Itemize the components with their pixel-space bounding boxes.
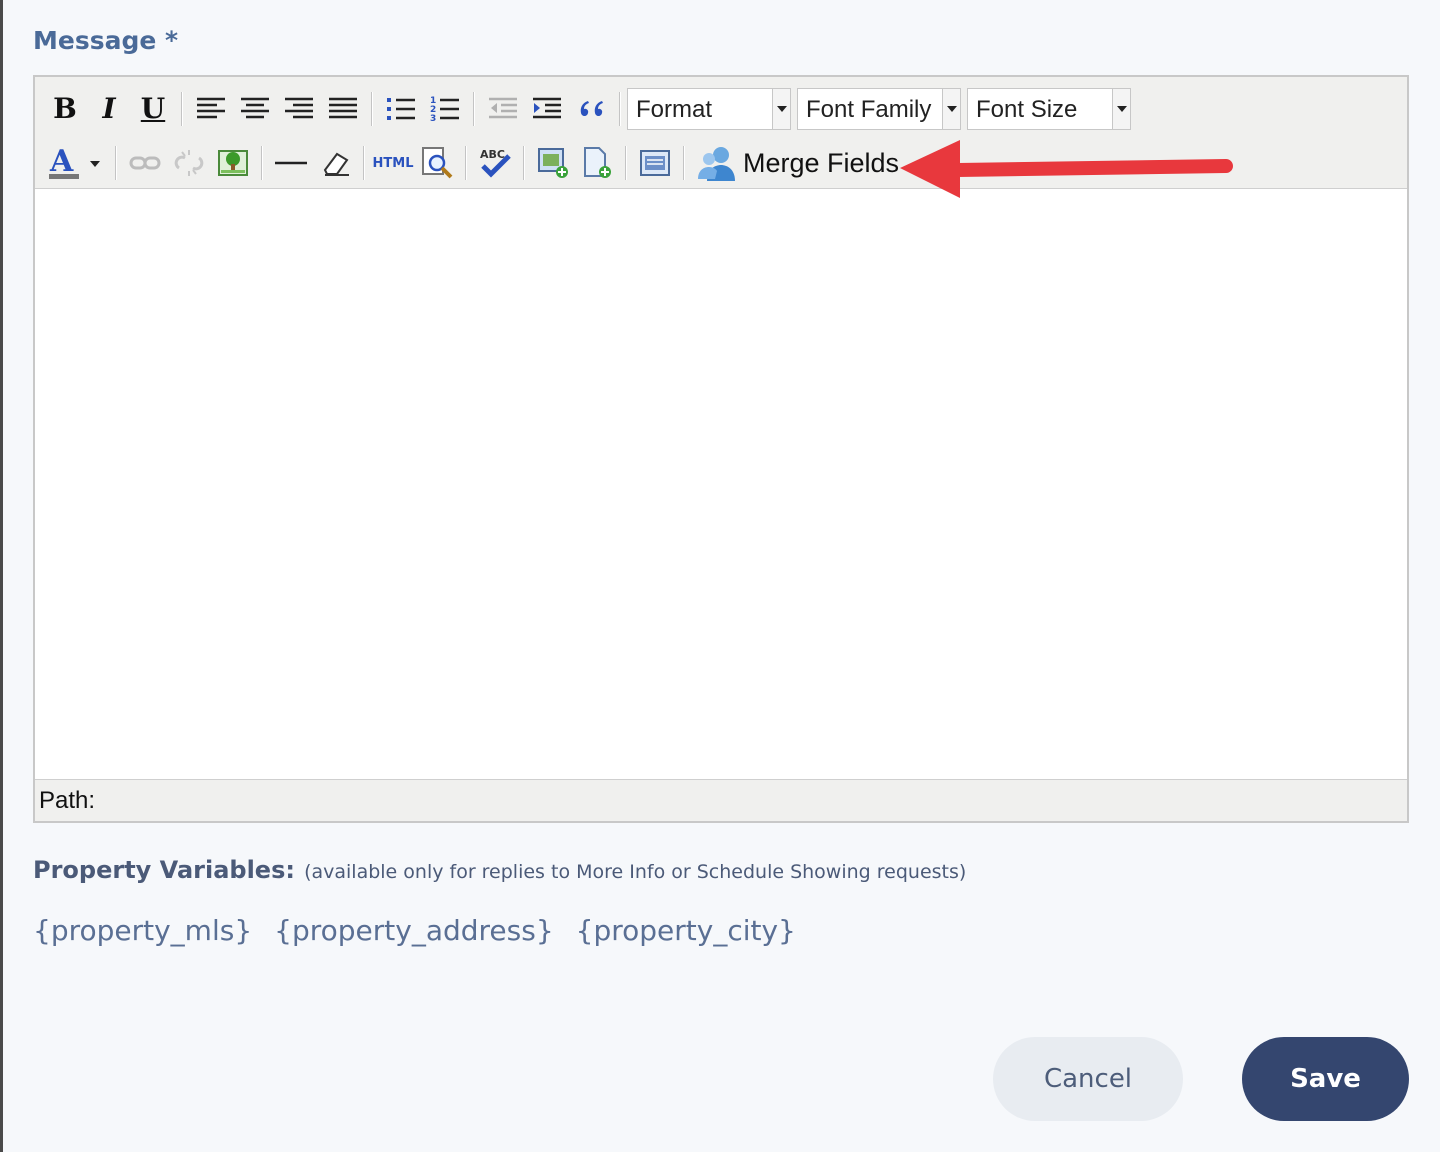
image-button[interactable] <box>211 143 255 183</box>
toolbar-separator <box>473 92 475 126</box>
toolbar-separator <box>261 146 263 180</box>
variable-token-city[interactable]: {property_city} <box>576 914 796 947</box>
editor-statusbar: Path: <box>35 779 1407 821</box>
align-justify-icon <box>329 97 357 119</box>
numbered-list-icon: 123 <box>430 96 459 124</box>
align-left-button[interactable] <box>189 89 233 129</box>
eraser-icon <box>323 152 349 176</box>
toolbar-row-1: B I U 1 2 3 Format Font Family Font Size <box>43 87 1137 131</box>
merge-fields-icon <box>698 147 735 181</box>
toolbar-separator <box>465 146 467 180</box>
html-source-icon: HTML <box>372 155 414 171</box>
font-family-select[interactable]: Font Family <box>797 88 961 130</box>
preview-button[interactable] <box>415 143 459 183</box>
underline-icon: U <box>140 92 166 125</box>
spellcheck-icon: ABC <box>480 148 511 178</box>
blockquote-icon <box>580 101 603 116</box>
link-button[interactable] <box>123 143 167 183</box>
blockquote-button[interactable] <box>569 89 613 129</box>
format-select-value: Format <box>636 96 713 123</box>
unlink-button[interactable] <box>167 143 211 183</box>
align-center-icon <box>241 97 269 119</box>
align-right-button[interactable] <box>277 89 321 129</box>
horizontal-rule-icon <box>275 161 307 165</box>
insert-image-icon <box>538 148 568 178</box>
text-color-icon: A <box>49 144 100 179</box>
property-variables-heading: Property Variables: (available only for … <box>33 856 966 884</box>
toolbar-separator <box>625 146 627 180</box>
numbered-list-button[interactable]: 123 <box>423 89 467 129</box>
link-icon <box>129 156 161 170</box>
font-family-select-value: Font Family <box>806 96 932 123</box>
property-variables-title: Property Variables: <box>33 856 295 884</box>
bold-icon: B <box>53 92 77 125</box>
underline-button[interactable]: U <box>131 89 175 129</box>
toolbar-separator <box>363 146 365 180</box>
editor-content-area[interactable] <box>35 189 1407 781</box>
template-icon <box>640 150 670 176</box>
indent-button[interactable] <box>525 89 569 129</box>
align-right-icon <box>285 97 313 119</box>
insert-file-icon <box>584 147 611 178</box>
toolbar-separator <box>683 146 685 180</box>
italic-icon: I <box>102 92 116 125</box>
toolbar-row-2: A HTML ABC Merge Fields <box>43 141 899 185</box>
merge-fields-label: Merge Fields <box>743 147 900 178</box>
message-label: Message * <box>33 26 179 55</box>
insert-file-button[interactable] <box>575 143 619 183</box>
chevron-down-icon <box>772 89 790 129</box>
chevron-down-icon <box>1112 89 1130 129</box>
spellcheck-button[interactable]: ABC <box>473 143 517 183</box>
template-button[interactable] <box>633 143 677 183</box>
outdent-button[interactable] <box>481 89 525 129</box>
status-path-label: Path: <box>39 787 96 814</box>
merge-fields-button[interactable]: Merge Fields <box>695 143 899 183</box>
html-source-button[interactable]: HTML <box>371 143 415 183</box>
left-border <box>0 0 3 1152</box>
horizontal-rule-button[interactable] <box>269 143 313 183</box>
variable-token-mls[interactable]: {property_mls} <box>33 914 252 947</box>
property-variables-note: (available only for replies to More Info… <box>304 861 967 883</box>
align-center-button[interactable] <box>233 89 277 129</box>
svg-text:A: A <box>49 144 74 179</box>
svg-text:ABC: ABC <box>480 148 505 161</box>
preview-icon <box>422 147 453 179</box>
toolbar-separator <box>181 92 183 126</box>
font-size-select[interactable]: Font Size <box>967 88 1131 130</box>
chevron-down-icon <box>942 89 960 129</box>
toolbar-separator <box>619 92 621 126</box>
bullet-list-icon <box>387 98 415 120</box>
font-size-select-value: Font Size <box>976 96 1078 123</box>
property-variable-list: {property_mls} {property_address} {prope… <box>33 914 818 947</box>
format-select[interactable]: Format <box>627 88 791 130</box>
variable-token-address[interactable]: {property_address} <box>274 914 554 947</box>
image-icon <box>218 150 248 176</box>
toolbar-separator <box>371 92 373 126</box>
svg-text:3: 3 <box>430 114 436 124</box>
text-color-button[interactable]: A <box>43 143 109 183</box>
cancel-button[interactable]: Cancel <box>993 1037 1183 1121</box>
toolbar-separator <box>523 146 525 180</box>
italic-button[interactable]: I <box>87 89 131 129</box>
bold-button[interactable]: B <box>43 89 87 129</box>
eraser-button[interactable] <box>313 143 357 183</box>
unlink-icon <box>174 150 204 176</box>
indent-icon <box>533 97 561 119</box>
align-justify-button[interactable] <box>321 89 365 129</box>
bullet-list-button[interactable] <box>379 89 423 129</box>
align-left-icon <box>197 97 225 119</box>
annotation-arrow-icon <box>900 140 1233 198</box>
toolbar-separator <box>115 146 117 180</box>
save-button[interactable]: Save <box>1242 1037 1409 1121</box>
insert-image-button[interactable] <box>531 143 575 183</box>
outdent-icon <box>489 97 517 119</box>
